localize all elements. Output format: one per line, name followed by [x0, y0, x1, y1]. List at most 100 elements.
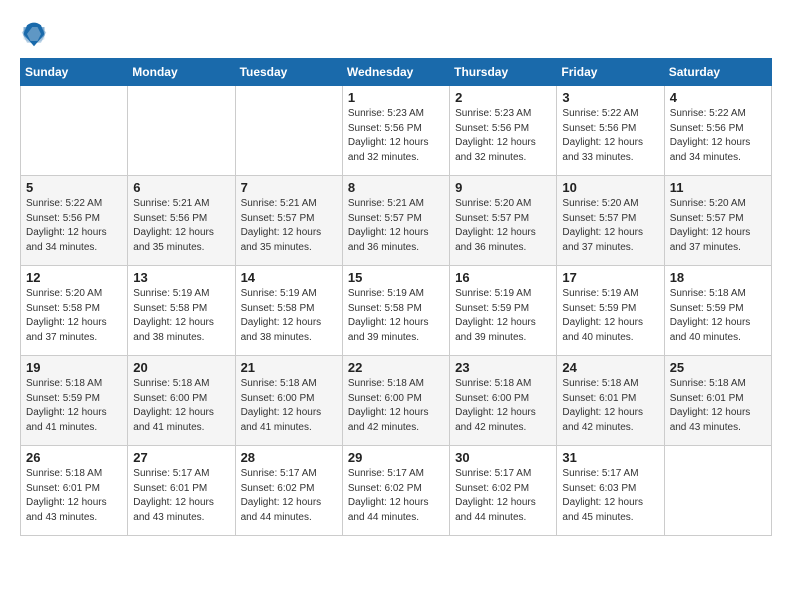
calendar-cell: 3 Sunrise: 5:22 AMSunset: 5:56 PMDaylight…: [557, 86, 664, 176]
day-info: Sunrise: 5:17 AMSunset: 6:02 PMDaylight:…: [455, 467, 551, 525]
day-info: Sunrise: 5:19 AMSunset: 5:59 PMDaylight:…: [562, 287, 658, 345]
calendar-cell: 30Sunrise: 5:17 AMSunset: 6:02 PMDayligh…: [450, 446, 557, 536]
day-number: 26: [26, 450, 122, 465]
day-number: 24: [562, 360, 658, 375]
day-number: 16: [455, 270, 551, 285]
day-info: Sunrise: 5:18 AMSunset: 5:59 PMDaylight:…: [670, 287, 766, 345]
day-number: 25: [670, 360, 766, 375]
day-number: 13: [133, 270, 229, 285]
logo-icon: [20, 20, 48, 48]
day-number: 28: [241, 450, 337, 465]
header-day-saturday: Saturday: [664, 59, 771, 86]
calendar-cell: 14 Sunrise: 5:19 AMSunset: 5:58 PMDayligh…: [235, 266, 342, 356]
day-info: Sunrise: 5:20 AMSunset: 5:57 PMDaylight:…: [670, 197, 766, 255]
calendar-cell: 23 Sunrise: 5:18 AMSunset: 6:00 PMDayligh…: [450, 356, 557, 446]
calendar-cell: [235, 86, 342, 176]
week-row-4: 19 Sunrise: 5:18 AMSunset: 5:59 PMDayligh…: [21, 356, 772, 446]
day-number: 2: [455, 90, 551, 105]
day-info: Sunrise: 5:22 AMSunset: 5:56 PMDaylight:…: [670, 107, 766, 165]
day-number: 17: [562, 270, 658, 285]
calendar-cell: 7 Sunrise: 5:21 AMSunset: 5:57 PMDaylight…: [235, 176, 342, 266]
calendar-cell: 29 Sunrise: 5:17 AMSunset: 6:02 PMDayligh…: [342, 446, 449, 536]
calendar-cell: 24 Sunrise: 5:18 AMSunset: 6:01 PMDayligh…: [557, 356, 664, 446]
calendar-cell: 18 Sunrise: 5:18 AMSunset: 5:59 PMDayligh…: [664, 266, 771, 356]
day-info: Sunrise: 5:18 AMSunset: 6:00 PMDaylight:…: [241, 377, 337, 435]
day-info: Sunrise: 5:21 AMSunset: 5:57 PMDaylight:…: [348, 197, 444, 255]
day-number: 31: [562, 450, 658, 465]
day-number: 21: [241, 360, 337, 375]
day-number: 7: [241, 180, 337, 195]
day-number: 3: [562, 90, 658, 105]
day-number: 9: [455, 180, 551, 195]
day-number: 8: [348, 180, 444, 195]
day-number: 22: [348, 360, 444, 375]
calendar-cell: 1 Sunrise: 5:23 AMSunset: 5:56 PMDaylight…: [342, 86, 449, 176]
calendar-cell: 9 Sunrise: 5:20 AMSunset: 5:57 PMDaylight…: [450, 176, 557, 266]
calendar-cell: 13Sunrise: 5:19 AMSunset: 5:58 PMDayligh…: [128, 266, 235, 356]
calendar-cell: [128, 86, 235, 176]
header-day-tuesday: Tuesday: [235, 59, 342, 86]
calendar-cell: 22 Sunrise: 5:18 AMSunset: 6:00 PMDayligh…: [342, 356, 449, 446]
day-info: Sunrise: 5:17 AMSunset: 6:02 PMDaylight:…: [241, 467, 337, 525]
week-row-2: 5Sunrise: 5:22 AMSunset: 5:56 PMDaylight…: [21, 176, 772, 266]
calendar-cell: [21, 86, 128, 176]
day-number: 20: [133, 360, 229, 375]
page-header: [20, 20, 772, 48]
header-row: SundayMondayTuesdayWednesdayThursdayFrid…: [21, 59, 772, 86]
day-info: Sunrise: 5:17 AMSunset: 6:01 PMDaylight:…: [133, 467, 229, 525]
day-info: Sunrise: 5:17 AMSunset: 6:02 PMDaylight:…: [348, 467, 444, 525]
day-number: 15: [348, 270, 444, 285]
day-number: 12: [26, 270, 122, 285]
week-row-5: 26 Sunrise: 5:18 AMSunset: 6:01 PMDayligh…: [21, 446, 772, 536]
calendar-cell: 2Sunrise: 5:23 AMSunset: 5:56 PMDaylight…: [450, 86, 557, 176]
day-info: Sunrise: 5:19 AMSunset: 5:58 PMDaylight:…: [348, 287, 444, 345]
logo: [20, 20, 52, 48]
calendar-cell: 8 Sunrise: 5:21 AMSunset: 5:57 PMDaylight…: [342, 176, 449, 266]
calendar-cell: 5Sunrise: 5:22 AMSunset: 5:56 PMDaylight…: [21, 176, 128, 266]
calendar-cell: 17 Sunrise: 5:19 AMSunset: 5:59 PMDayligh…: [557, 266, 664, 356]
day-number: 19: [26, 360, 122, 375]
day-number: 23: [455, 360, 551, 375]
header-day-wednesday: Wednesday: [342, 59, 449, 86]
day-number: 1: [348, 90, 444, 105]
header-day-friday: Friday: [557, 59, 664, 86]
calendar-body: 1 Sunrise: 5:23 AMSunset: 5:56 PMDaylight…: [21, 86, 772, 536]
calendar-cell: 11 Sunrise: 5:20 AMSunset: 5:57 PMDayligh…: [664, 176, 771, 266]
day-info: Sunrise: 5:22 AMSunset: 5:56 PMDaylight:…: [562, 107, 658, 165]
calendar-cell: 15 Sunrise: 5:19 AMSunset: 5:58 PMDayligh…: [342, 266, 449, 356]
day-number: 29: [348, 450, 444, 465]
day-number: 18: [670, 270, 766, 285]
calendar-table: SundayMondayTuesdayWednesdayThursdayFrid…: [20, 58, 772, 536]
day-info: Sunrise: 5:23 AMSunset: 5:56 PMDaylight:…: [348, 107, 444, 165]
day-number: 6: [133, 180, 229, 195]
day-number: 11: [670, 180, 766, 195]
calendar-cell: 19 Sunrise: 5:18 AMSunset: 5:59 PMDayligh…: [21, 356, 128, 446]
day-info: Sunrise: 5:21 AMSunset: 5:57 PMDaylight:…: [241, 197, 337, 255]
day-info: Sunrise: 5:20 AMSunset: 5:57 PMDaylight:…: [562, 197, 658, 255]
day-info: Sunrise: 5:18 AMSunset: 6:01 PMDaylight:…: [26, 467, 122, 525]
calendar-cell: 10 Sunrise: 5:20 AMSunset: 5:57 PMDayligh…: [557, 176, 664, 266]
week-row-1: 1 Sunrise: 5:23 AMSunset: 5:56 PMDaylight…: [21, 86, 772, 176]
day-info: Sunrise: 5:18 AMSunset: 6:01 PMDaylight:…: [670, 377, 766, 435]
day-info: Sunrise: 5:18 AMSunset: 5:59 PMDaylight:…: [26, 377, 122, 435]
calendar-cell: 26 Sunrise: 5:18 AMSunset: 6:01 PMDayligh…: [21, 446, 128, 536]
calendar-cell: 21 Sunrise: 5:18 AMSunset: 6:00 PMDayligh…: [235, 356, 342, 446]
day-info: Sunrise: 5:17 AMSunset: 6:03 PMDaylight:…: [562, 467, 658, 525]
day-info: Sunrise: 5:21 AMSunset: 5:56 PMDaylight:…: [133, 197, 229, 255]
header-day-sunday: Sunday: [21, 59, 128, 86]
day-info: Sunrise: 5:18 AMSunset: 6:00 PMDaylight:…: [133, 377, 229, 435]
header-day-monday: Monday: [128, 59, 235, 86]
day-info: Sunrise: 5:19 AMSunset: 5:59 PMDaylight:…: [455, 287, 551, 345]
calendar-cell: 16 Sunrise: 5:19 AMSunset: 5:59 PMDayligh…: [450, 266, 557, 356]
day-info: Sunrise: 5:18 AMSunset: 6:00 PMDaylight:…: [455, 377, 551, 435]
calendar-header: SundayMondayTuesdayWednesdayThursdayFrid…: [21, 59, 772, 86]
day-number: 14: [241, 270, 337, 285]
calendar-cell: 20 Sunrise: 5:18 AMSunset: 6:00 PMDayligh…: [128, 356, 235, 446]
calendar-cell: [664, 446, 771, 536]
day-info: Sunrise: 5:18 AMSunset: 6:01 PMDaylight:…: [562, 377, 658, 435]
day-number: 5: [26, 180, 122, 195]
day-info: Sunrise: 5:18 AMSunset: 6:00 PMDaylight:…: [348, 377, 444, 435]
day-info: Sunrise: 5:20 AMSunset: 5:57 PMDaylight:…: [455, 197, 551, 255]
day-number: 10: [562, 180, 658, 195]
day-info: Sunrise: 5:19 AMSunset: 5:58 PMDaylight:…: [241, 287, 337, 345]
